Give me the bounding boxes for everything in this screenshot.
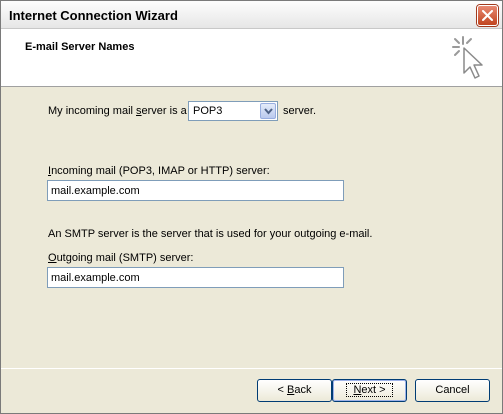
page-title: E-mail Server Names bbox=[25, 41, 135, 53]
next-button[interactable]: Next > bbox=[332, 379, 407, 402]
window-title: Internet Connection Wizard bbox=[9, 8, 178, 23]
wizard-cursor-icon bbox=[452, 36, 483, 79]
chevron-down-icon bbox=[264, 108, 273, 115]
outgoing-server-field[interactable] bbox=[47, 267, 344, 288]
wizard-window: Internet Connection Wizard E-mail Server… bbox=[0, 0, 503, 414]
title-bar: Internet Connection Wizard bbox=[1, 1, 502, 29]
incoming-server-type-value: POP3 bbox=[193, 105, 223, 117]
dropdown-button[interactable] bbox=[260, 103, 276, 119]
incoming-server-field[interactable] bbox=[47, 180, 344, 201]
incoming-type-label: My incoming mail server is a bbox=[48, 105, 187, 117]
close-icon bbox=[482, 10, 493, 21]
incoming-type-suffix: server. bbox=[283, 105, 317, 117]
cancel-button[interactable]: Cancel bbox=[415, 379, 490, 402]
incoming-server-label: Incoming mail (POP3, IMAP or HTTP) serve… bbox=[48, 165, 270, 177]
incoming-server-type-select[interactable]: POP3 bbox=[188, 101, 278, 121]
smtp-info-text: An SMTP server is the server that is use… bbox=[48, 228, 373, 240]
incoming-server-input[interactable] bbox=[48, 181, 343, 200]
outgoing-server-input[interactable] bbox=[48, 268, 343, 287]
close-button[interactable] bbox=[477, 5, 498, 26]
footer-divider bbox=[1, 368, 502, 369]
back-button[interactable]: < Back bbox=[257, 379, 332, 402]
header-panel: E-mail Server Names bbox=[1, 29, 502, 87]
outgoing-server-label: Outgoing mail (SMTP) server: bbox=[48, 252, 194, 264]
